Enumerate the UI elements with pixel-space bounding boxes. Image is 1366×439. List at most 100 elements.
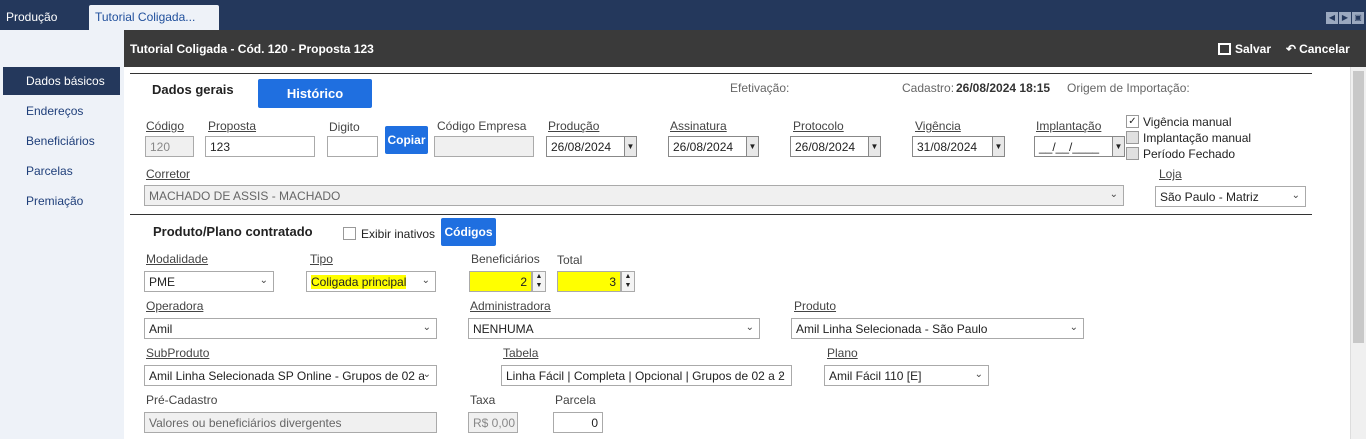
assinatura-date-field[interactable]: 26/08/2024 ▼ <box>668 136 759 157</box>
protocolo-date-field[interactable]: 26/08/2024 ▼ <box>790 136 881 157</box>
beneficiarios-field[interactable]: 2 <box>469 271 532 292</box>
section-dados-gerais: Dados gerais <box>152 82 234 97</box>
sidebar-item-parcelas[interactable]: Parcelas <box>3 157 120 185</box>
cadastro-label: Cadastro: <box>902 81 955 95</box>
tab-prev-icon[interactable]: ◀ <box>1326 12 1338 24</box>
subproduto-select[interactable]: Amil Linha Selecionada SP Online - Grupo… <box>144 365 437 386</box>
operadora-label: Operadora <box>146 299 204 313</box>
sidebar-item-dados-basicos[interactable]: Dados básicos <box>3 67 120 95</box>
calendar-dropdown-icon[interactable]: ▼ <box>624 137 636 156</box>
top-tab-bar: Produção Tutorial Coligada... ◀ ▶ ▣ <box>0 0 1366 30</box>
pre-cadastro-field[interactable]: Valores ou beneficiários divergentes <box>144 412 437 433</box>
historico-button[interactable]: Histórico <box>258 79 372 108</box>
administradora-select[interactable]: NENHUMA ⌄ <box>468 318 760 339</box>
form-content: Dados gerais Histórico Efetivação: Cadas… <box>124 67 1350 439</box>
chevron-down-icon: ⌄ <box>259 275 268 286</box>
tab-tutorial-coligada[interactable]: Tutorial Coligada... <box>89 5 219 30</box>
cancel-button[interactable]: ↶ Cancelar <box>1286 42 1350 56</box>
exibir-inativos-label: Exibir inativos <box>361 227 436 241</box>
operadora-select[interactable]: Amil ⌄ <box>144 318 437 339</box>
periodo-fechado-label: Período Fechado <box>1143 147 1236 161</box>
codigo-label: Código <box>146 119 185 133</box>
chevron-up-icon[interactable]: ▲ <box>533 272 545 281</box>
tabela-label: Tabela <box>503 346 539 360</box>
tab-next-icon[interactable]: ▶ <box>1339 12 1351 24</box>
copiar-button[interactable]: Copiar <box>385 126 428 154</box>
proposta-label: Proposta <box>208 119 257 133</box>
chevron-up-icon[interactable]: ▲ <box>622 272 634 281</box>
parcela-field[interactable]: 0 <box>553 412 603 433</box>
chevron-down-icon[interactable]: ▼ <box>533 281 545 290</box>
chevron-down-icon: ⌄ <box>974 369 983 380</box>
divider <box>130 73 1312 74</box>
tab-nav-buttons: ◀ ▶ ▣ <box>1326 12 1364 24</box>
exibir-inativos-checkbox[interactable] <box>343 227 356 240</box>
save-icon <box>1218 43 1231 55</box>
efetivacao-label: Efetivação: <box>730 81 790 95</box>
vertical-scrollbar[interactable] <box>1350 67 1366 439</box>
periodo-fechado-checkbox[interactable] <box>1126 147 1139 160</box>
origem-importacao-label: Origem de Importação: <box>1067 81 1190 95</box>
digito-label: Digito <box>329 120 360 134</box>
plano-select[interactable]: Amil Fácil 110 [E] ⌄ <box>824 365 989 386</box>
scrollbar-thumb[interactable] <box>1353 71 1364 343</box>
vigencia-label: Vigência <box>915 119 961 133</box>
total-stepper[interactable]: ▲ ▼ <box>621 271 635 292</box>
subproduto-label: SubProduto <box>146 346 210 360</box>
sidebar-item-premiacao[interactable]: Premiação <box>3 187 120 215</box>
proposta-field[interactable]: 123 <box>205 136 315 157</box>
produto-select[interactable]: Amil Linha Selecionada - São Paulo ⌄ <box>791 318 1084 339</box>
beneficiarios-label: Beneficiários <box>471 252 540 266</box>
undo-icon: ↶ <box>1286 42 1297 56</box>
codigo-empresa-label: Código Empresa <box>437 119 527 133</box>
modalidade-label: Modalidade <box>146 252 209 266</box>
sidebar: Dados básicos Endereços Beneficiários Pa… <box>0 30 124 439</box>
section-produto-plano: Produto/Plano contratado <box>153 224 313 239</box>
taxa-field[interactable]: R$ 0,00 <box>468 412 518 433</box>
chevron-down-icon: ⌄ <box>1291 190 1300 201</box>
chevron-down-icon: ⌄ <box>777 369 786 380</box>
chevron-down-icon: ⌄ <box>745 322 754 333</box>
produto-label: Produto <box>794 299 837 313</box>
tab-producao[interactable]: Produção <box>0 5 63 30</box>
plano-label: Plano <box>827 346 858 360</box>
protocolo-label: Protocolo <box>793 119 844 133</box>
producao-label: Produção <box>548 119 600 133</box>
page-title: Tutorial Coligada - Cód. 120 - Proposta … <box>130 42 374 56</box>
calendar-dropdown-icon[interactable]: ▼ <box>868 137 880 156</box>
vigencia-manual-label: Vigência manual <box>1143 115 1232 129</box>
implantacao-label: Implantação <box>1036 119 1102 133</box>
chevron-down-icon: ⌄ <box>421 275 430 286</box>
tabela-select[interactable]: Linha Fácil | Completa | Opcional | Grup… <box>501 365 792 386</box>
digito-field[interactable] <box>327 136 378 157</box>
calendar-dropdown-icon[interactable]: ▼ <box>992 137 1004 156</box>
total-field[interactable]: 3 <box>557 271 621 292</box>
codigos-button[interactable]: Códigos <box>441 218 496 246</box>
corretor-select[interactable]: MACHADO DE ASSIS - MACHADO ⌄ <box>144 185 1124 206</box>
implantacao-date-field[interactable]: __/__/____ ▼ <box>1034 136 1125 157</box>
modalidade-select[interactable]: PME ⌄ <box>144 271 274 292</box>
pre-cadastro-label: Pré-Cadastro <box>146 393 218 407</box>
sidebar-item-enderecos[interactable]: Endereços <box>3 97 120 125</box>
chevron-down-icon: ⌄ <box>1069 322 1078 333</box>
sidebar-item-beneficiarios[interactable]: Beneficiários <box>3 127 120 155</box>
implantacao-manual-checkbox[interactable] <box>1126 131 1139 144</box>
loja-select[interactable]: São Paulo - Matriz ⌄ <box>1155 186 1306 207</box>
tab-menu-icon[interactable]: ▣ <box>1352 12 1364 24</box>
vigencia-date-field[interactable]: 31/08/2024 ▼ <box>912 136 1005 157</box>
chevron-down-icon: ⌄ <box>422 322 431 333</box>
total-label: Total <box>557 253 583 267</box>
assinatura-label: Assinatura <box>670 119 727 133</box>
implantacao-manual-label: Implantação manual <box>1143 131 1252 145</box>
vigencia-manual-checkbox[interactable]: ✓ <box>1126 115 1139 128</box>
save-button[interactable]: Salvar <box>1218 42 1271 56</box>
chevron-down-icon[interactable]: ▼ <box>622 281 634 290</box>
cadastro-value: 26/08/2024 18:15 <box>956 81 1051 95</box>
calendar-dropdown-icon[interactable]: ▼ <box>1112 137 1124 156</box>
codigo-field[interactable]: 120 <box>145 136 194 157</box>
codigo-empresa-field[interactable] <box>434 136 534 157</box>
calendar-dropdown-icon[interactable]: ▼ <box>746 137 758 156</box>
tipo-select[interactable]: Coligada principal ⌄ <box>306 271 436 292</box>
producao-date-field[interactable]: 26/08/2024 ▼ <box>546 136 637 157</box>
beneficiarios-stepper[interactable]: ▲ ▼ <box>532 271 546 292</box>
